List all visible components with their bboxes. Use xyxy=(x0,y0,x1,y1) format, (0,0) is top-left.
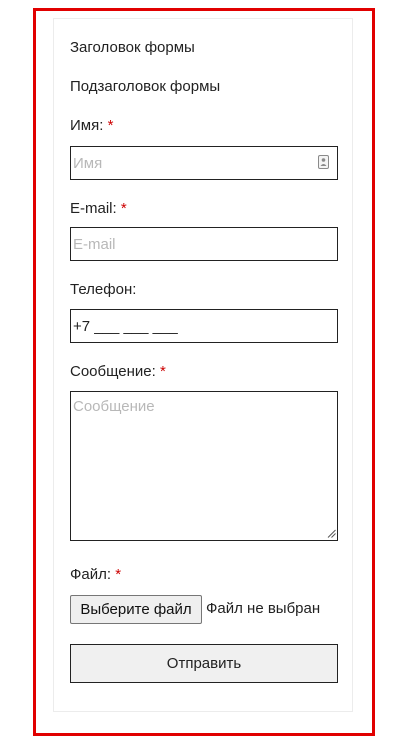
phone-label: Телефон: xyxy=(70,281,137,298)
message-textarea[interactable] xyxy=(70,391,338,541)
contact-card-icon[interactable] xyxy=(318,155,329,169)
file-label: Файл: * xyxy=(70,566,121,584)
phone-input[interactable] xyxy=(70,309,338,343)
file-status-text: Файл не выбран xyxy=(206,600,321,617)
required-marker: * xyxy=(115,566,122,583)
email-input[interactable] xyxy=(70,227,338,261)
name-label: Имя: * xyxy=(70,117,113,135)
resize-handle-icon[interactable] xyxy=(327,529,336,538)
choose-file-button[interactable]: Выберите файл xyxy=(70,595,202,624)
name-label-text: Имя: xyxy=(70,117,104,134)
email-label: E-mail: * xyxy=(70,200,127,218)
message-label-text: Сообщение: xyxy=(70,363,156,380)
form-title: Заголовок формы xyxy=(70,39,195,56)
name-input[interactable] xyxy=(70,146,338,180)
required-marker: * xyxy=(107,117,114,134)
email-label-text: E-mail: xyxy=(70,200,117,217)
required-marker: * xyxy=(159,363,166,380)
form-subtitle: Подзаголовок формы xyxy=(70,78,221,95)
submit-button[interactable]: Отправить xyxy=(70,644,338,683)
message-label: Сообщение: * xyxy=(70,363,166,381)
required-marker: * xyxy=(120,200,127,217)
file-label-text: Файл: xyxy=(70,566,112,583)
